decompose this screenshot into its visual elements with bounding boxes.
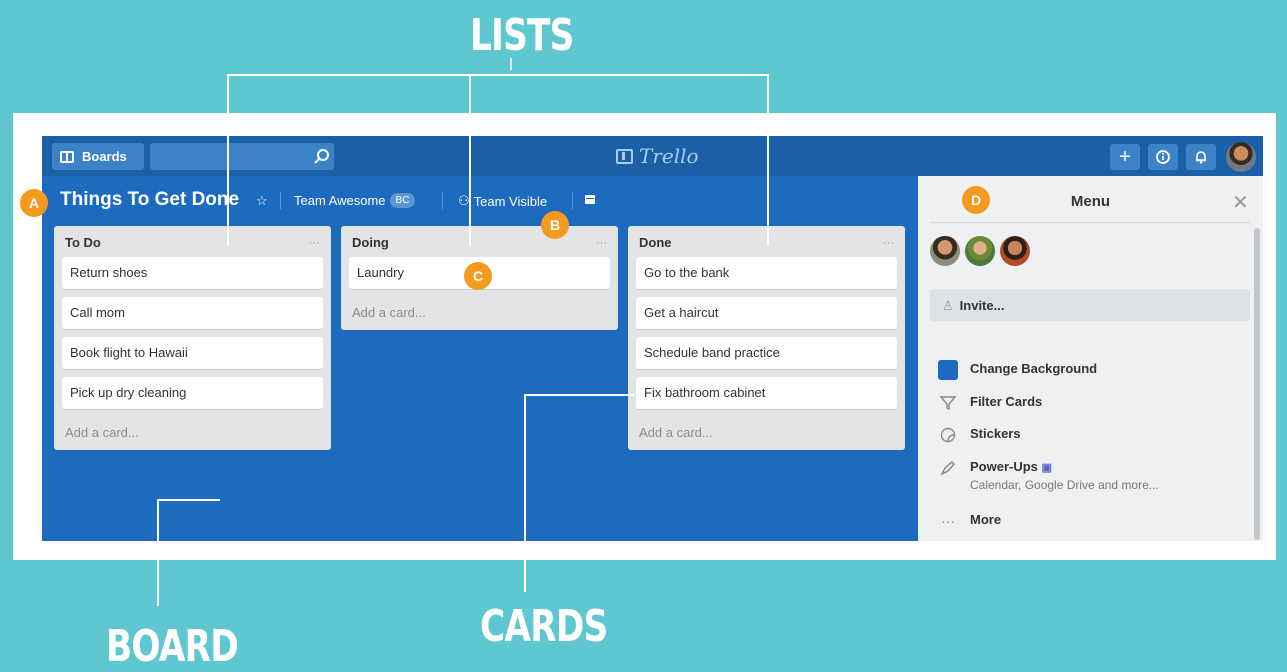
menu-item-power-ups[interactable]: Power-Ups ▣ Calendar, Google Drive and m… — [938, 458, 1159, 493]
team-button[interactable]: Team Awesome BC — [294, 193, 416, 208]
annotation-badge-c: C — [464, 262, 492, 290]
list-title[interactable]: To Do — [65, 235, 101, 250]
sticker-icon — [940, 427, 956, 443]
boards-button[interactable]: Boards — [52, 143, 144, 170]
menu-item-filter-cards[interactable]: Filter Cards — [938, 393, 1042, 413]
board-annotation-label: BOARD — [106, 621, 239, 672]
star-icon: ☆ — [256, 193, 268, 208]
menu-item-label: Stickers — [970, 426, 1021, 441]
card[interactable]: Go to the bank — [636, 257, 897, 289]
member-avatar[interactable] — [1000, 236, 1030, 266]
more-icon: ··· — [941, 513, 955, 529]
boards-button-label: Boards — [82, 149, 127, 164]
list-header: To Do ··· — [62, 234, 323, 257]
trello-logo-text: Trello — [639, 144, 699, 168]
star-button[interactable]: ☆ — [256, 193, 268, 209]
team-label: Team Awesome — [294, 193, 386, 208]
divider — [930, 222, 1250, 223]
rocket-icon — [940, 461, 955, 476]
add-card-button[interactable]: Add a card... — [349, 297, 610, 322]
team-badge: BC — [389, 193, 416, 208]
list-title[interactable]: Done — [639, 235, 672, 250]
calendar-powerup-button[interactable] — [584, 193, 596, 205]
divider — [280, 192, 281, 209]
background-color-swatch-icon — [938, 360, 958, 380]
member-avatar[interactable] — [930, 236, 960, 266]
list-header: Done ··· — [636, 234, 897, 257]
board-icon — [60, 150, 74, 163]
list-to-do: To Do ··· Return shoes Call mom Book fli… — [54, 226, 331, 450]
invite-label: Invite... — [959, 298, 1005, 313]
plus-icon: + — [1119, 145, 1131, 168]
power-ups-label: Power-Ups — [970, 459, 1038, 474]
info-icon — [1156, 150, 1170, 164]
visibility-button[interactable]: ⚇ Team Visible — [458, 193, 547, 209]
trello-logo-icon — [616, 148, 633, 164]
divider — [442, 192, 443, 209]
cards-annotation-label: CARDS — [480, 601, 608, 652]
sidebar-scrollbar[interactable] — [1254, 228, 1260, 540]
person-icon: ♙ — [942, 298, 954, 313]
user-avatar[interactable] — [1226, 142, 1256, 172]
annotation-badge-d: D — [962, 186, 990, 214]
list-header: Doing ··· — [349, 234, 610, 257]
card[interactable]: Fix bathroom cabinet — [636, 377, 897, 409]
list-done: Done ··· Go to the bank Get a haircut Sc… — [628, 226, 905, 450]
add-button[interactable]: + — [1110, 144, 1140, 170]
board-menu-sidebar: Menu ✕ ♙ Invite... Change Background Fil… — [918, 176, 1263, 541]
invite-button[interactable]: ♙ Invite... — [930, 289, 1250, 321]
card[interactable]: Call mom — [62, 297, 323, 329]
list-menu-icon[interactable]: ··· — [596, 237, 607, 249]
board-title[interactable]: Things To Get Done — [60, 189, 239, 211]
filter-icon — [939, 396, 957, 411]
list-menu-icon[interactable]: ··· — [883, 237, 894, 249]
card[interactable]: Book flight to Hawaii — [62, 337, 323, 369]
member-avatar[interactable] — [965, 236, 995, 266]
card[interactable]: Return shoes — [62, 257, 323, 289]
trello-logo[interactable]: Trello — [616, 144, 699, 168]
menu-item-change-background[interactable]: Change Background — [938, 360, 1097, 380]
card[interactable]: Get a haircut — [636, 297, 897, 329]
info-button[interactable] — [1148, 144, 1178, 170]
menu-item-label: More — [970, 512, 1002, 527]
trello-app: Boards Trello + Things To Get Done ☆ Tea… — [42, 136, 1263, 541]
menu-item-label: Power-Ups ▣ — [970, 458, 1159, 477]
annotation-badge-b: B — [541, 211, 569, 239]
divider — [572, 192, 573, 209]
add-card-button[interactable]: Add a card... — [636, 417, 897, 442]
top-bar: Boards Trello + — [42, 136, 1263, 176]
menu-item-more[interactable]: ··· More — [938, 511, 1001, 531]
card[interactable]: Pick up dry cleaning — [62, 377, 323, 409]
visibility-label: Team Visible — [473, 193, 548, 209]
menu-item-label: Filter Cards — [970, 394, 1043, 409]
list-title[interactable]: Doing — [352, 235, 389, 250]
bell-icon — [1196, 151, 1206, 164]
menu-item-stickers[interactable]: Stickers — [938, 425, 1021, 445]
search-icon[interactable] — [312, 147, 332, 167]
list-menu-icon[interactable]: ··· — [309, 237, 320, 249]
team-visible-icon: ⚇ — [458, 193, 470, 208]
calendar-badge-icon: ▣ — [1041, 462, 1052, 474]
card[interactable]: Schedule band practice — [636, 337, 897, 369]
search-input[interactable] — [150, 143, 334, 170]
calendar-icon — [585, 195, 595, 204]
menu-item-label: Change Background — [970, 361, 1098, 376]
notifications-button[interactable] — [1186, 144, 1216, 170]
menu-item-subtitle: Calendar, Google Drive and more... — [970, 478, 1159, 492]
annotation-badge-a: A — [20, 189, 48, 217]
add-card-button[interactable]: Add a card... — [62, 417, 323, 442]
close-icon[interactable]: ✕ — [1232, 190, 1249, 215]
lists-annotation-label: LISTS — [470, 10, 574, 61]
